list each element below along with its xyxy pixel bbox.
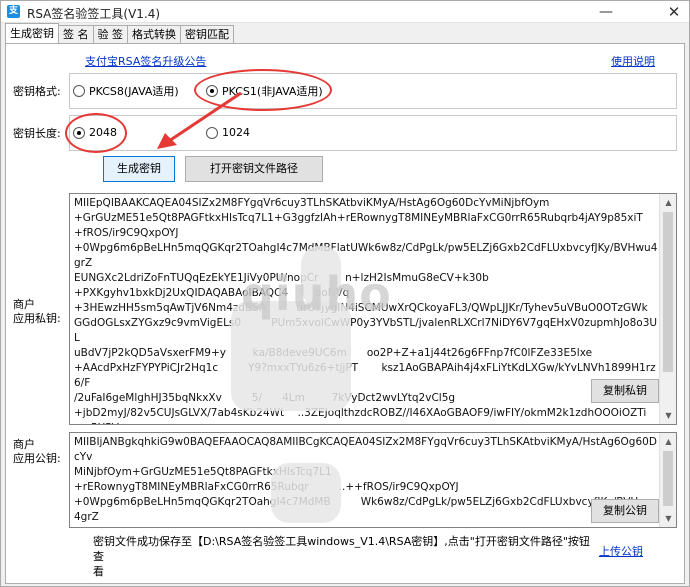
public-key-scrollbar[interactable]: ▲ ▼ [659, 433, 676, 527]
annotation-ellipse-2048 [65, 113, 127, 153]
tab-generate-key[interactable]: 生成密钥 [5, 23, 59, 43]
private-key-label-line1: 商户 [13, 298, 35, 311]
key-text-line: +jbD2myJ/82v5CUJsGLVX/7ab4sKb24Wt ..3ZEJ… [74, 407, 647, 419]
usage-link[interactable]: 使用说明 [611, 53, 655, 69]
private-key-label-line2: 应用私钥: [13, 312, 61, 325]
key-text-line: +rERownygT8MINEyMBRlaFxCG0rrR65Rubqr ..+… [74, 481, 459, 493]
key-text-line: /2uFaI6geMlghHJ35bqNkxXv 5/ 4Lm 7kVyDct2… [74, 392, 456, 404]
app-window: 支 RSA签名验签工具(V1.4) — ✕ 生成密钥 签 名 验 签 格式转换 … [0, 0, 690, 587]
radio-pkcs8-dot[interactable] [73, 85, 85, 97]
alipay-app-icon: 支 [7, 5, 20, 18]
tab-strip: 生成密钥 签 名 验 签 格式转换 密钥匹配 [5, 23, 234, 43]
close-button[interactable]: ✕ [657, 1, 689, 23]
key-text-line: +0Wpg6m6pBeLHn5mqQGKqr2TOahgI4c7MdMB Wk6… [74, 496, 654, 523]
scroll-down-icon[interactable]: ▼ [660, 407, 676, 424]
upload-public-key-link[interactable]: 上传公钥 [599, 543, 643, 559]
tab-format-convert[interactable]: 格式转换 [127, 25, 181, 43]
save-status-line1: 密钥文件成功保存至【D:\RSA签名验签工具windows_V1.4\RSA密钥… [93, 535, 590, 563]
scroll-thumb[interactable] [663, 451, 673, 506]
scroll-up-icon[interactable]: ▲ [660, 194, 676, 211]
key-length-label: 密钥长度: [13, 127, 61, 140]
upgrade-notice-link[interactable]: 支付宝RSA签名升级公告 [85, 53, 206, 69]
key-text-line: MiNjbfOym+GrGUzME51e5Qt8PAGFtkxHIsTcq7L1 [74, 466, 332, 478]
title-bar: 支 RSA签名验签工具(V1.4) — ✕ [1, 1, 689, 23]
copy-private-key-button[interactable]: 复制私钥 [591, 379, 659, 403]
open-key-path-button[interactable]: 打开密钥文件路径 [185, 156, 323, 182]
tab-key-match[interactable]: 密钥匹配 [180, 25, 234, 43]
watermark: qiuho [241, 267, 392, 321]
key-text-line: EUNGXc2LdriZoFnTUQqEzEkYE1JiVy0PU/n 2IsM… [74, 525, 658, 527]
generate-key-button[interactable]: 生成密钥 [103, 156, 175, 182]
tab-sign[interactable]: 签 名 [58, 25, 94, 43]
key-text-line: gm5UPV [74, 421, 658, 424]
blur-overlay [271, 463, 341, 523]
key-text-line: MIIEpQIBAAKCAQEA04SIZx2M8FYgqVr6cuy3TLhS… [74, 197, 550, 209]
minimize-button[interactable]: — [589, 1, 623, 23]
tab-verify[interactable]: 验 签 [92, 25, 128, 43]
scroll-thumb[interactable] [663, 212, 673, 372]
save-status-message: 密钥文件成功保存至【D:\RSA签名验签工具windows_V1.4\RSA密钥… [93, 534, 593, 579]
scroll-up-icon[interactable]: ▲ [660, 433, 676, 450]
save-status-line2: 看 [93, 565, 104, 578]
key-text-line: +AAcdPxHzFYPYPiCJr2Hq1c Y9?mxxTYu6z6+tjj… [74, 362, 656, 389]
key-text-line: +fROS/ir9C9QxpOYJ [74, 227, 179, 239]
key-text-line: MIIBIjANBgkqhkiG9w0BAQEFAAOCAQ8AMIIBCgKC… [74, 436, 657, 463]
public-key-label: 商户 应用公钥: [13, 438, 61, 466]
key-text-line: +GrGUzME51e5Qt8PAGFtkxHIsTcq7L1+G3ggfzIA… [74, 212, 643, 224]
private-key-label: 商户 应用私钥: [13, 298, 61, 326]
annotation-arrow-icon [157, 91, 242, 149]
key-format-label: 密钥格式: [13, 85, 61, 98]
copy-public-key-button[interactable]: 复制公钥 [591, 499, 659, 523]
key-text-line: uBdV7jP2kQD5aVsxerFM9+y ka/B8deve9UC6m o… [74, 347, 593, 359]
window-title: RSA签名验签工具(V1.4) [27, 7, 161, 21]
private-key-scrollbar[interactable]: ▲ ▼ [659, 194, 676, 424]
public-key-label-line2: 应用公钥: [13, 452, 61, 465]
public-key-textarea[interactable]: MIIBIjANBgkqhkiG9w0BAQEFAAOCAQ8AMIIBCgKC… [69, 432, 677, 528]
public-key-label-line1: 商户 [13, 438, 35, 451]
scroll-down-icon[interactable]: ▼ [660, 510, 676, 527]
public-key-text[interactable]: MIIBIjANBgkqhkiG9w0BAQEFAAOCAQ8AMIIBCgKC… [74, 435, 658, 527]
